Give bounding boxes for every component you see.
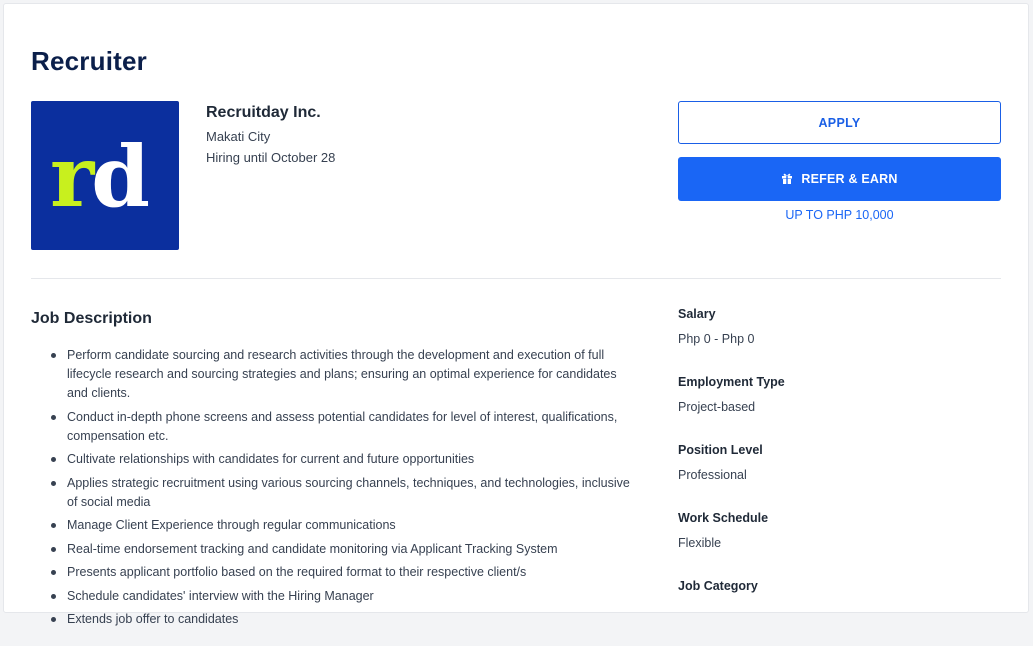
detail-value: Project-based [678, 400, 756, 414]
refer-and-earn-button[interactable]: REFER & EARN [678, 157, 1001, 201]
detail-value: Php 0 - Php 0 [678, 332, 755, 346]
list-item: Perform candidate sourcing and research … [49, 346, 634, 403]
list-item: Applies strategic recruitment using vari… [49, 474, 634, 512]
detail-label: Employment Type [678, 375, 785, 389]
section-divider [31, 278, 1001, 279]
list-item: Real-time endorsement tracking and candi… [49, 540, 634, 559]
apply-button-label: APPLY [818, 115, 861, 130]
svg-text:rd: rd [50, 136, 148, 216]
list-item: Manage Client Experience through regular… [49, 516, 634, 535]
detail-job-category: Job Category [678, 578, 998, 646]
detail-employment-type: Employment Type Project-based [678, 374, 998, 442]
list-item: Schedule candidates' interview with the … [49, 587, 634, 606]
job-description-heading: Job Description [31, 310, 152, 327]
detail-label: Position Level [678, 443, 763, 457]
company-location: Makati City [206, 129, 271, 144]
company-logo: rd [31, 101, 179, 250]
list-item: Cultivate relationships with candidates … [49, 450, 634, 469]
job-description-list: Perform candidate sourcing and research … [49, 346, 634, 634]
refer-button-label: REFER & EARN [801, 172, 898, 186]
detail-label: Salary [678, 307, 716, 321]
list-item: Presents applicant portfolio based on th… [49, 563, 634, 582]
company-name[interactable]: Recruitday Inc. [206, 104, 321, 122]
job-details-panel: Salary Php 0 - Php 0 Employment Type Pro… [678, 306, 998, 646]
list-item: Extends job offer to candidates [49, 610, 634, 629]
detail-salary: Salary Php 0 - Php 0 [678, 306, 998, 374]
detail-position-level: Position Level Professional [678, 442, 998, 510]
job-title: Recruiter [31, 46, 147, 76]
referral-reward-note: UP TO PHP 10,000 [785, 208, 894, 222]
detail-value: Flexible [678, 536, 722, 550]
job-card: Recruiter rd Recruitday Inc. Makati City… [3, 3, 1029, 626]
company-logo-mark: rd [50, 136, 151, 216]
detail-value: Professional [678, 468, 747, 482]
detail-label: Job Category [678, 579, 758, 593]
detail-work-schedule: Work Schedule Flexible [678, 510, 998, 578]
apply-button[interactable]: APPLY [678, 101, 1001, 144]
hiring-deadline: Hiring until October 28 [206, 150, 336, 165]
detail-label: Work Schedule [678, 511, 769, 525]
gift-icon [781, 172, 793, 187]
list-item: Conduct in-depth phone screens and asses… [49, 408, 634, 446]
